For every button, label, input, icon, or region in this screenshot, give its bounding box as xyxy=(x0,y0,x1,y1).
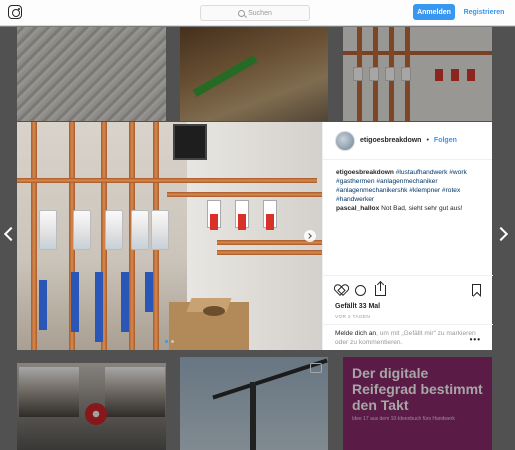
comment-item: pascal_hallox Not Bad, sieht sehr gut au… xyxy=(336,204,486,213)
like-count[interactable]: Gefällt 33 Mal xyxy=(335,303,481,310)
login-button[interactable]: Anmelden xyxy=(413,4,455,20)
post-date: VOR 2 TAGEN xyxy=(335,315,371,320)
comment-username[interactable]: pascal_hallox xyxy=(336,205,379,212)
carousel-next-button[interactable] xyxy=(304,230,316,242)
post-actions: Gefällt 33 Mal VOR 2 TAGEN xyxy=(323,275,493,320)
separator-dot: • xyxy=(426,137,429,144)
post-modal: etigoesbreakdown • Folgen etigoesbreakdo… xyxy=(17,122,493,350)
caption-username[interactable]: etigoesbreakdown xyxy=(336,169,394,176)
login-link[interactable]: Melde dich an xyxy=(335,330,376,337)
search-icon xyxy=(238,9,246,17)
top-navigation-bar: Suchen Anmelden Registrieren xyxy=(0,0,515,26)
comment-text: Not Bad, sieht sehr gut aus! xyxy=(381,205,463,212)
post-header: etigoesbreakdown • Folgen xyxy=(323,122,492,160)
carousel-indicator xyxy=(165,340,174,343)
post-sidebar: etigoesbreakdown • Folgen etigoesbreakdo… xyxy=(322,122,493,350)
search-placeholder: Suchen xyxy=(248,9,272,17)
comment-icon[interactable] xyxy=(355,284,366,296)
caption: etigoesbreakdown #lustaufhandwerk #work … xyxy=(336,168,486,204)
register-button[interactable]: Registrieren xyxy=(461,4,507,20)
heart-icon[interactable] xyxy=(335,285,346,295)
follow-button[interactable]: Folgen xyxy=(434,137,457,144)
post-username[interactable]: etigoesbreakdown xyxy=(360,137,421,144)
more-options-icon[interactable]: ••• xyxy=(470,335,481,344)
comments-list: etigoesbreakdown #lustaufhandwerk #work … xyxy=(336,168,486,213)
search-input[interactable]: Suchen xyxy=(200,5,310,21)
bookmark-icon[interactable] xyxy=(472,284,481,296)
login-prompt: Melde dich an, um mit „Gefällt mir“ zu m… xyxy=(323,324,493,350)
tv-screen xyxy=(173,124,207,160)
post-photo[interactable] xyxy=(17,122,322,350)
avatar[interactable] xyxy=(335,130,355,151)
share-icon[interactable] xyxy=(375,281,386,296)
instagram-logo-icon[interactable] xyxy=(8,5,22,19)
